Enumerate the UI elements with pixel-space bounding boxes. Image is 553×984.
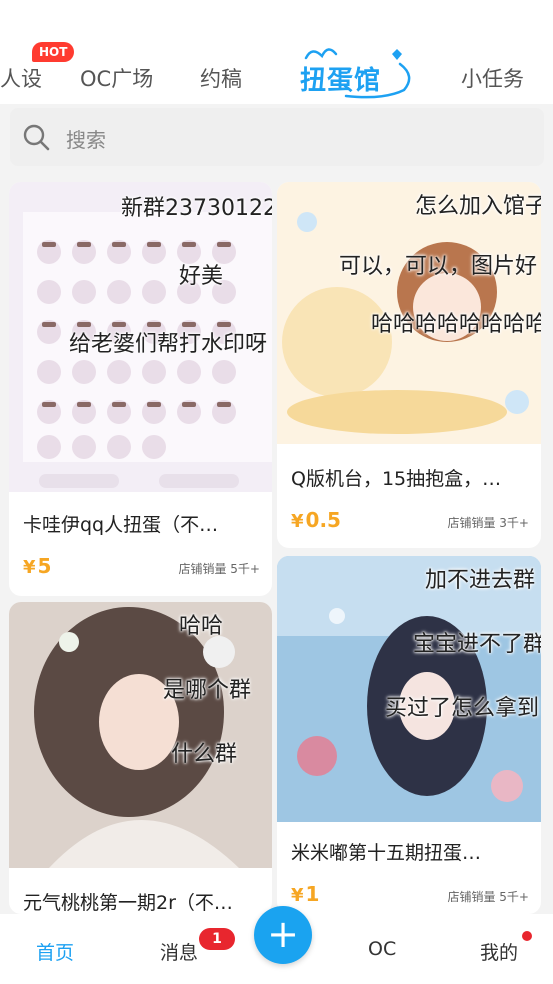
- currency-symbol: ¥: [291, 885, 304, 906]
- add-button[interactable]: +: [254, 906, 312, 964]
- product-image: 加不进去群 宝宝进不了群 买过了怎么拿到: [277, 556, 541, 822]
- product-title: Q版机台，15抽抱盒，…: [291, 468, 502, 490]
- product-title: 米米嘟第十五期扭蛋…: [291, 842, 482, 864]
- plus-icon: +: [267, 912, 299, 956]
- danmaku-comment: 怎么加入馆子: [415, 194, 541, 219]
- nav-me[interactable]: 我的: [480, 938, 518, 965]
- nav-messages[interactable]: 消息: [160, 938, 198, 965]
- search-placeholder: 搜索: [66, 128, 106, 152]
- danmaku-comment: 什么群: [171, 742, 238, 767]
- product-title: 卡哇伊qq人扭蛋（不…: [23, 514, 219, 536]
- currency-symbol: ¥: [23, 557, 36, 578]
- danmaku-comment: 新群237301227: [121, 196, 272, 221]
- shop-sales: 店铺销量 3千+: [447, 516, 529, 530]
- product-card[interactable]: 新群237301227 好美 给老婆们帮打水印呀 卡哇伊qq人扭蛋（不… ¥5 …: [9, 182, 272, 596]
- price-value: 1: [305, 882, 320, 906]
- danmaku-comment: 宝宝进不了群: [413, 632, 541, 657]
- danmaku-comment: 给老婆们帮打水印呀: [69, 332, 268, 357]
- price-value: 5: [37, 554, 52, 578]
- product-card[interactable]: 加不进去群 宝宝进不了群 买过了怎么拿到 米米嘟第十五期扭蛋… ¥1 店铺销量 …: [277, 556, 541, 914]
- notification-dot: [522, 931, 532, 941]
- tab-oc-square[interactable]: OC广场: [80, 63, 153, 93]
- product-image: 怎么加入馆子 可以，可以，图片好 哈哈哈哈哈哈哈哈: [277, 182, 541, 444]
- product-price: ¥1: [291, 882, 319, 906]
- shop-sales: 店铺销量 5千+: [178, 562, 260, 576]
- product-title: 元气桃桃第一期2r（不…: [23, 892, 233, 914]
- tab-personas[interactable]: 人设: [0, 63, 42, 93]
- product-price: ¥0.5: [291, 508, 341, 532]
- tab-gacha-hall-label: 扭蛋馆: [300, 66, 382, 96]
- mermaid-illustration: [277, 556, 541, 822]
- top-tab-bar: 人设 HOT OC广场 约稿 扭蛋馆 小任务: [0, 0, 553, 104]
- messages-badge: 1: [199, 928, 235, 950]
- danmaku-comment: 哈哈: [179, 614, 224, 639]
- nav-home[interactable]: 首页: [36, 938, 74, 965]
- product-card[interactable]: 哈哈 是哪个群 什么群 元气桃桃第一期2r（不…: [9, 602, 272, 914]
- tab-tasks[interactable]: 小任务: [461, 63, 524, 93]
- danmaku-comment: 可以，可以，图片好: [339, 254, 538, 279]
- tab-gacha-hall[interactable]: 扭蛋馆: [292, 40, 416, 100]
- danmaku-comment: 是哪个群: [163, 678, 252, 703]
- price-value: 0.5: [305, 508, 341, 532]
- search-bar[interactable]: 搜索: [10, 108, 544, 166]
- hot-badge: HOT: [32, 42, 75, 62]
- product-card[interactable]: 怎么加入馆子 可以，可以，图片好 哈哈哈哈哈哈哈哈 Q版机台，15抽抱盒，… ¥…: [277, 182, 541, 548]
- currency-symbol: ¥: [291, 511, 304, 532]
- nav-oc[interactable]: OC: [368, 938, 396, 960]
- danmaku-comment: 加不进去群: [425, 568, 536, 593]
- danmaku-comment: 买过了怎么拿到: [385, 696, 540, 721]
- search-icon: [23, 124, 50, 151]
- shop-sales: 店铺销量 5千+: [447, 890, 529, 904]
- danmaku-comment: 好美: [179, 264, 224, 289]
- tab-commission[interactable]: 约稿: [200, 63, 242, 93]
- app-screen: 人设 HOT OC广场 约稿 扭蛋馆 小任务 搜索 新群23730122 好美 …: [0, 0, 553, 984]
- girl-illustration: [9, 602, 272, 868]
- product-image: 哈哈 是哪个群 什么群: [9, 602, 272, 868]
- product-image: 新群237301227 好美 给老婆们帮打水印呀: [9, 182, 272, 492]
- danmaku-comment: 哈哈哈哈哈哈哈哈: [371, 312, 541, 337]
- product-price: ¥5: [23, 554, 51, 578]
